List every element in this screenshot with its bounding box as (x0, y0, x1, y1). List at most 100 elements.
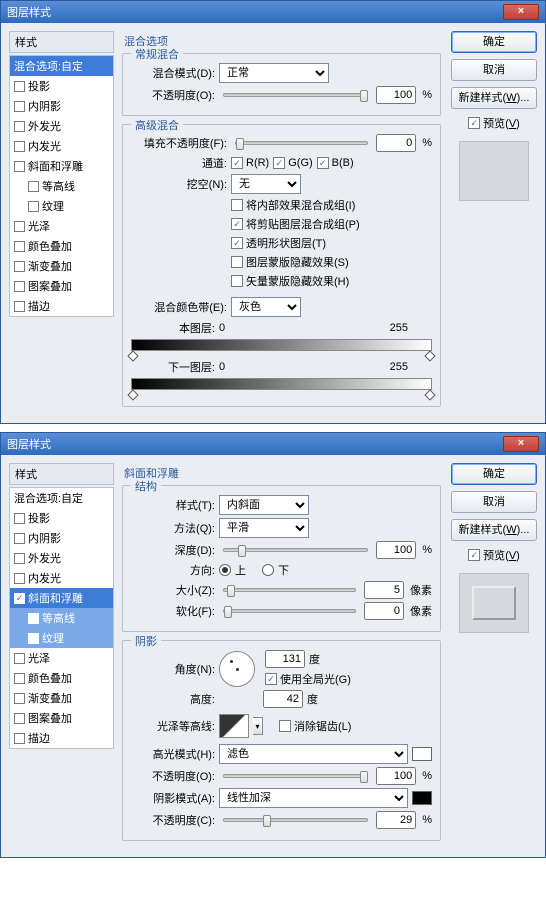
advanced-option-checkbox[interactable]: 透明形状图层(T) (231, 235, 326, 251)
thislayer-gradient[interactable] (131, 339, 432, 351)
style-item[interactable]: 投影 (10, 76, 113, 96)
style-checkbox[interactable] (14, 81, 25, 92)
highlight-opacity-slider[interactable] (223, 774, 368, 778)
preview-checkbox[interactable]: 预览(V) (468, 547, 520, 563)
style-item[interactable]: 描边 (10, 728, 113, 748)
altitude-input[interactable] (263, 690, 303, 708)
new-style-button[interactable]: 新建样式(W)... (451, 519, 537, 541)
style-checkbox[interactable] (14, 693, 25, 704)
blendif-select[interactable]: 灰色 (231, 297, 301, 317)
style-item[interactable]: 图案叠加 (10, 708, 113, 728)
advanced-option-checkbox[interactable]: 矢量蒙版隐藏效果(H) (231, 273, 349, 289)
style-item[interactable]: 内阴影 (10, 96, 113, 116)
highlight-mode-select[interactable]: 滤色 (219, 744, 408, 764)
depth-input[interactable] (376, 541, 416, 559)
close-icon[interactable]: × (503, 436, 539, 452)
style-item[interactable]: 混合选项:自定 (10, 488, 113, 508)
fillopacity-input[interactable] (376, 134, 416, 152)
ok-button[interactable]: 确定 (451, 463, 537, 485)
style-checkbox[interactable] (14, 261, 25, 272)
opacity-slider[interactable] (223, 93, 368, 97)
style-select[interactable]: 内斜面 (219, 495, 309, 515)
advanced-option-checkbox[interactable]: 图层蒙版隐藏效果(S) (231, 254, 349, 270)
global-light-checkbox[interactable]: 使用全局光(G) (265, 671, 351, 687)
angle-input[interactable] (265, 650, 305, 668)
advanced-option-checkbox[interactable]: 将剪贴图层混合成组(P) (231, 216, 360, 232)
titlebar[interactable]: 图层样式 × (1, 1, 545, 23)
preview-checkbox[interactable]: 预览(V) (468, 115, 520, 131)
knockout-select[interactable]: 无 (231, 174, 301, 194)
size-slider[interactable] (223, 588, 356, 592)
style-checkbox[interactable] (28, 201, 39, 212)
style-checkbox[interactable] (14, 301, 25, 312)
style-checkbox[interactable] (14, 733, 25, 744)
shadow-opacity-slider[interactable] (223, 818, 368, 822)
style-checkbox[interactable] (14, 221, 25, 232)
style-checkbox[interactable] (14, 653, 25, 664)
new-style-button[interactable]: 新建样式(W)... (451, 87, 537, 109)
style-item[interactable]: 颜色叠加 (10, 668, 113, 688)
depth-slider[interactable] (223, 548, 368, 552)
size-input[interactable] (364, 581, 404, 599)
style-checkbox[interactable] (14, 673, 25, 684)
style-item[interactable]: 图案叠加 (10, 276, 113, 296)
cancel-button[interactable]: 取消 (451, 59, 537, 81)
fillopacity-slider[interactable] (235, 141, 368, 145)
antialias-checkbox[interactable]: 消除锯齿(L) (279, 718, 351, 734)
shadow-color-swatch[interactable] (412, 791, 432, 805)
style-checkbox[interactable] (14, 121, 25, 132)
style-item[interactable]: 纹理 (10, 628, 113, 648)
style-item[interactable]: 颜色叠加 (10, 236, 113, 256)
style-checkbox[interactable] (28, 613, 39, 624)
style-item[interactable]: 渐变叠加 (10, 688, 113, 708)
soften-slider[interactable] (223, 609, 356, 613)
style-item[interactable]: 投影 (10, 508, 113, 528)
gloss-contour-picker[interactable] (219, 714, 249, 738)
soften-input[interactable] (364, 602, 404, 620)
nextlayer-gradient[interactable] (131, 378, 432, 390)
direction-down-radio[interactable] (262, 564, 274, 576)
style-item[interactable]: 纹理 (10, 196, 113, 216)
technique-select[interactable]: 平滑 (219, 518, 309, 538)
style-checkbox[interactable] (14, 101, 25, 112)
opacity-input[interactable] (376, 86, 416, 104)
close-icon[interactable]: × (503, 4, 539, 20)
titlebar[interactable]: 图层样式 × (1, 433, 545, 455)
direction-up-radio[interactable] (219, 564, 231, 576)
cancel-button[interactable]: 取消 (451, 491, 537, 513)
style-item[interactable]: 内发光 (10, 136, 113, 156)
highlight-color-swatch[interactable] (412, 747, 432, 761)
style-checkbox[interactable] (14, 553, 25, 564)
ok-button[interactable]: 确定 (451, 31, 537, 53)
blendmode-select[interactable]: 正常 (219, 63, 329, 83)
style-item[interactable]: 斜面和浮雕 (10, 588, 113, 608)
style-item[interactable]: 等高线 (10, 176, 113, 196)
style-item[interactable]: 渐变叠加 (10, 256, 113, 276)
style-checkbox[interactable] (14, 141, 25, 152)
style-item[interactable]: 描边 (10, 296, 113, 316)
style-checkbox[interactable] (14, 281, 25, 292)
advanced-option-checkbox[interactable]: 将内部效果混合成组(I) (231, 197, 355, 213)
style-checkbox[interactable] (14, 241, 25, 252)
style-checkbox[interactable] (14, 593, 25, 604)
style-item[interactable]: 光泽 (10, 216, 113, 236)
style-item[interactable]: 光泽 (10, 648, 113, 668)
style-item[interactable]: 混合选项:自定 (10, 56, 113, 76)
style-item[interactable]: 外发光 (10, 548, 113, 568)
angle-dial[interactable] (219, 651, 255, 687)
shadow-opacity-input[interactable] (376, 811, 416, 829)
style-checkbox[interactable] (28, 633, 39, 644)
style-checkbox[interactable] (28, 181, 39, 192)
style-item[interactable]: 内阴影 (10, 528, 113, 548)
style-checkbox[interactable] (14, 161, 25, 172)
highlight-opacity-input[interactable] (376, 767, 416, 785)
style-checkbox[interactable] (14, 573, 25, 584)
channel-r-checkbox[interactable]: R(R) (231, 157, 269, 169)
style-item[interactable]: 外发光 (10, 116, 113, 136)
style-item[interactable]: 斜面和浮雕 (10, 156, 113, 176)
style-checkbox[interactable] (14, 713, 25, 724)
channel-b-checkbox[interactable]: B(B) (317, 157, 354, 169)
shadow-mode-select[interactable]: 线性加深 (219, 788, 408, 808)
contour-dropdown-icon[interactable] (253, 717, 263, 735)
style-item[interactable]: 等高线 (10, 608, 113, 628)
